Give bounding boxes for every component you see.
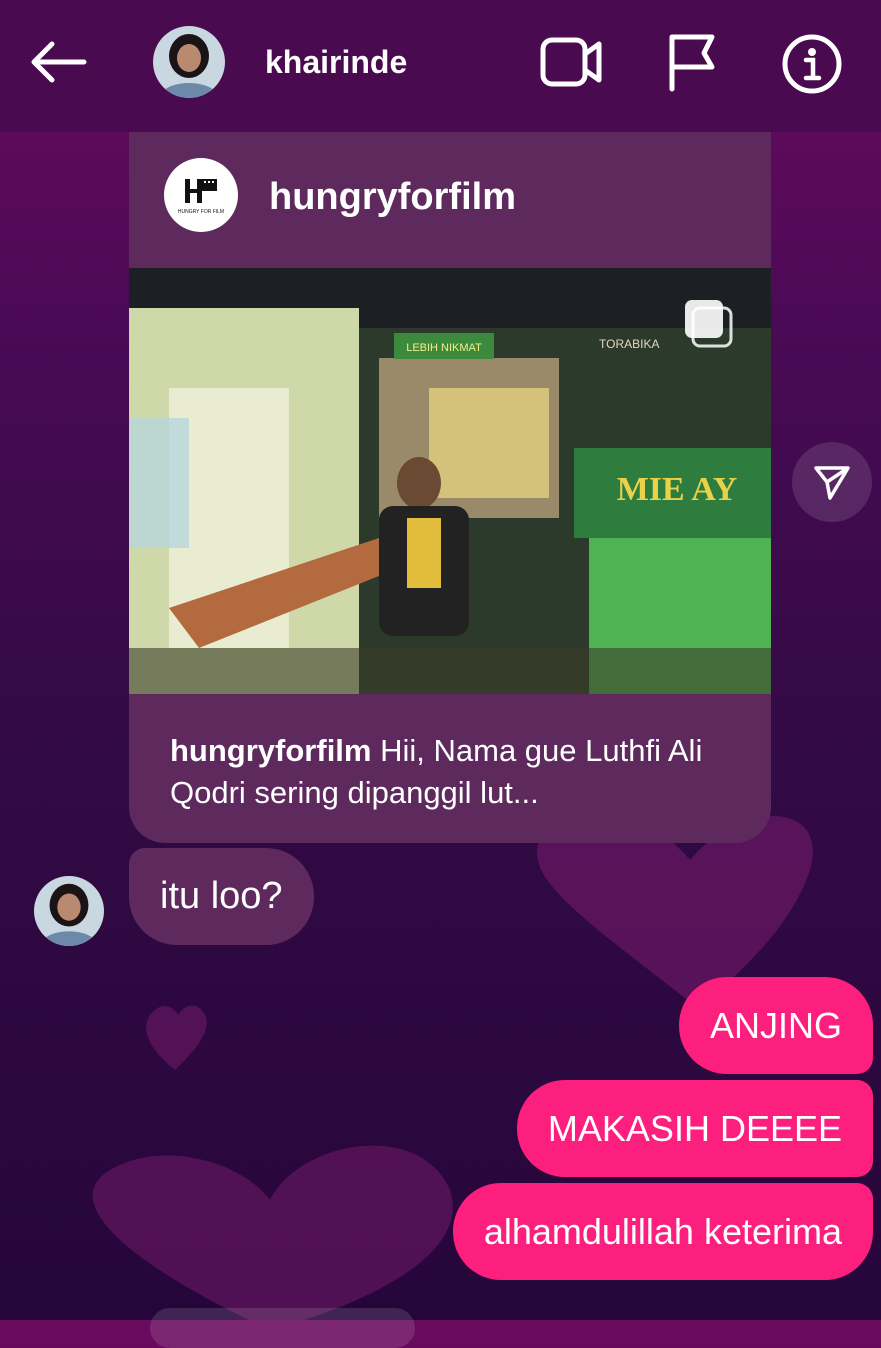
heart-shape bbox=[92, 1145, 453, 1320]
share-post-button[interactable] bbox=[792, 442, 872, 522]
info-icon bbox=[782, 34, 842, 94]
send-icon bbox=[814, 466, 850, 500]
avatar-image bbox=[34, 876, 104, 946]
sign-text: LEBIH NIKMAT bbox=[406, 342, 482, 354]
post-caption[interactable]: hungryforfilm Hii, Nama gue Luthfi Ali Q… bbox=[170, 730, 750, 814]
chat-username[interactable]: khairinde bbox=[265, 44, 407, 81]
chat-header: khairinde bbox=[0, 0, 881, 132]
caption-author: hungryforfilm bbox=[170, 733, 372, 768]
avatar[interactable] bbox=[153, 26, 225, 98]
post-author-avatar[interactable]: HUNGRY FOR FILM bbox=[164, 158, 238, 232]
hungryforfilm-logo-icon: HUNGRY FOR FILM bbox=[178, 179, 224, 215]
incoming-message[interactable]: itu loo? bbox=[129, 848, 314, 945]
post-image[interactable]: LEBIH NIKMAT TORABIKA MIE AY bbox=[129, 268, 771, 694]
avatar-image bbox=[153, 26, 225, 98]
logo-text: HUNGRY FOR FILM bbox=[178, 209, 224, 215]
outgoing-message[interactable]: ANJING bbox=[678, 977, 873, 1074]
shared-post-card[interactable]: HUNGRY FOR FILM hungryforfilm LEBIH NIKM… bbox=[129, 130, 771, 843]
outgoing-message[interactable]: alhamdulillah keterima bbox=[452, 1183, 873, 1280]
sign-text: TORABIKA bbox=[599, 337, 659, 351]
sender-avatar[interactable] bbox=[34, 876, 104, 946]
video-call-button[interactable] bbox=[536, 32, 606, 92]
outgoing-message[interactable]: MAKASIH DEEEE bbox=[516, 1080, 873, 1177]
back-button[interactable] bbox=[22, 30, 94, 94]
post-author-name[interactable]: hungryforfilm bbox=[269, 176, 516, 219]
heart-shape bbox=[146, 1005, 207, 1070]
video-call-icon bbox=[540, 37, 602, 87]
message-stub bbox=[150, 1308, 415, 1348]
arrow-left-icon bbox=[31, 41, 87, 83]
sign-text: MIE AY bbox=[617, 471, 738, 508]
report-button[interactable] bbox=[662, 30, 722, 94]
info-button[interactable] bbox=[780, 32, 844, 96]
flag-icon bbox=[669, 34, 715, 92]
